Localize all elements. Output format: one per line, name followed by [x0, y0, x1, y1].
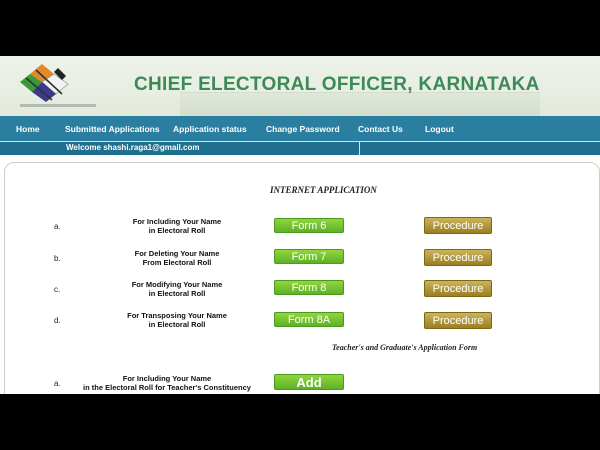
row-line1: For Transposing Your Name — [127, 311, 227, 320]
form7-button[interactable]: Form 7 — [274, 249, 344, 264]
form8-button[interactable]: Form 8 — [274, 280, 344, 295]
row-description: For Including Your Name in Electoral Rol… — [102, 217, 252, 235]
procedure-button-c[interactable]: Procedure — [424, 280, 492, 297]
row-letter: a. — [54, 379, 61, 388]
row-line2: in Electoral Roll — [148, 289, 206, 298]
row-letter: b. — [54, 254, 61, 263]
row-line2: in the Electoral Roll for Teacher's Cons… — [83, 383, 251, 392]
welcome-text: Welcome shashi.raga1@gmail.com — [66, 143, 200, 152]
form8a-button[interactable]: Form 8A — [274, 312, 344, 327]
row-line2: in Electoral Roll — [148, 226, 206, 235]
row-description: For Including Your Name in the Electoral… — [62, 374, 272, 392]
section-title: INTERNET APPLICATION — [270, 185, 377, 195]
nav-home[interactable]: Home — [16, 124, 40, 134]
row-description: For Modifying Your Name in Electoral Rol… — [102, 280, 252, 298]
row-line1: For Including Your Name — [132, 217, 222, 226]
nav-change-password[interactable]: Change Password — [266, 124, 340, 134]
procedure-button-d[interactable]: Procedure — [424, 312, 492, 329]
welcome-bar: Welcome shashi.raga1@gmail.com — [0, 141, 600, 155]
row-description: For Deleting Your Name From Electoral Ro… — [102, 249, 252, 267]
nav-application-status[interactable]: Application status — [173, 124, 247, 134]
row-line1: For Deleting Your Name — [134, 249, 220, 258]
procedure-button-b[interactable]: Procedure — [424, 249, 492, 266]
teachers-graduates-title: Teacher's and Graduate's Application For… — [332, 343, 478, 352]
row-line2: From Electoral Roll — [142, 258, 212, 267]
site-header: CHIEF ELECTORAL OFFICER, KARNATAKA — [0, 56, 600, 116]
row-line1: For Modifying Your Name — [131, 280, 223, 289]
content-panel — [4, 162, 600, 394]
procedure-button-a[interactable]: Procedure — [424, 217, 492, 234]
app-window: CHIEF ELECTORAL OFFICER, KARNATAKA Home … — [0, 56, 600, 394]
welcome-bar-divider — [359, 142, 360, 155]
row-line2: in Electoral Roll — [148, 320, 206, 329]
form6-button[interactable]: Form 6 — [274, 218, 344, 233]
page-title: CHIEF ELECTORAL OFFICER, KARNATAKA — [134, 74, 540, 95]
add-button[interactable]: Add — [274, 374, 344, 390]
row-letter: a. — [54, 222, 61, 231]
row-letter: d. — [54, 316, 61, 325]
election-commission-logo-icon — [20, 64, 96, 107]
nav-logout[interactable]: Logout — [425, 124, 454, 134]
nav-contact-us[interactable]: Contact Us — [358, 124, 403, 134]
nav-submitted-applications[interactable]: Submitted Applications — [65, 124, 160, 134]
top-navigation: Home Submitted Applications Application … — [0, 116, 600, 141]
row-letter: c. — [54, 285, 61, 294]
row-line1: For Including Your Name — [122, 374, 212, 383]
row-description: For Transposing Your Name in Electoral R… — [102, 311, 252, 329]
